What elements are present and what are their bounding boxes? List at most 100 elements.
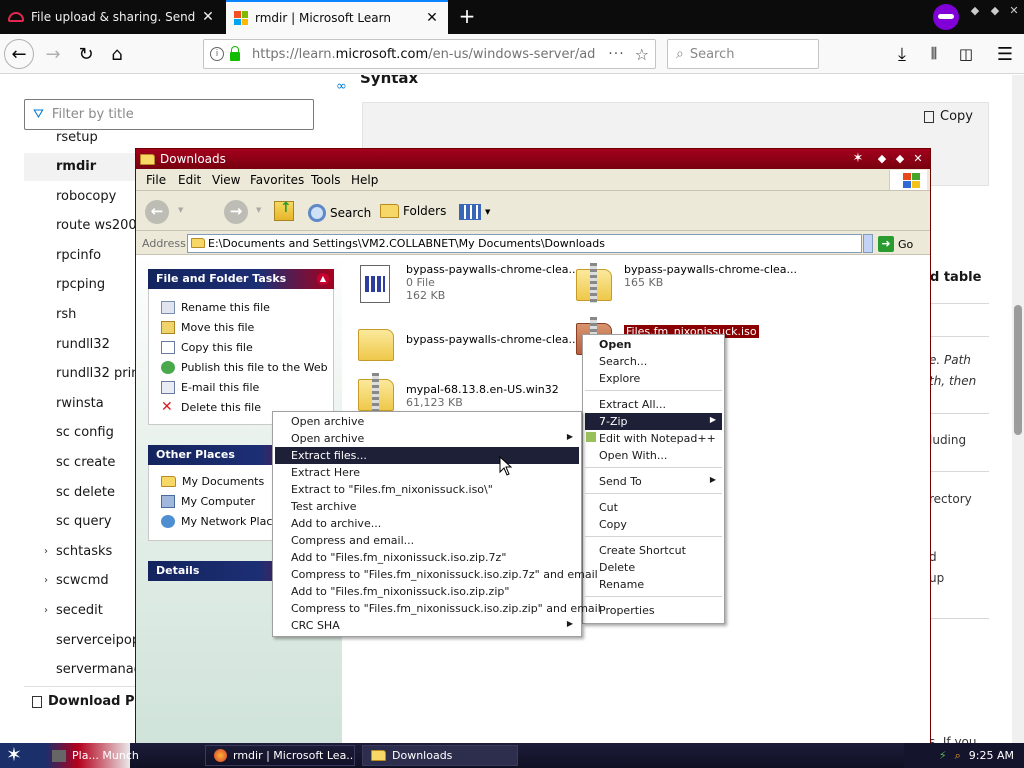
toc-item[interactable]: sc query xyxy=(56,514,112,529)
toc-item[interactable]: rundll32 xyxy=(56,337,110,352)
folders-button[interactable]: Folders xyxy=(380,204,446,218)
menu-open-archive[interactable]: Open archive xyxy=(277,413,579,430)
lock-icon[interactable] xyxy=(230,45,240,61)
views-button[interactable]: ▼ xyxy=(459,204,490,220)
menu-edit-notepad[interactable]: Edit with Notepad++ xyxy=(585,430,722,447)
chevron-down-icon[interactable]: ▼ xyxy=(178,206,183,214)
menu-add-to-7z[interactable]: Add to "Files.fm_nixonissuck.iso.zip.7z" xyxy=(277,549,579,566)
file-item[interactable]: bypass-paywalls-chrome-clea... xyxy=(356,323,579,367)
page-scrollbar[interactable] xyxy=(1012,75,1024,743)
taskbar-button-downloads[interactable]: Downloads xyxy=(362,745,518,766)
toc-item-rmdir[interactable]: rmdir xyxy=(56,159,96,174)
chevron-right-icon[interactable]: › xyxy=(44,605,48,616)
browser-tab-file-upload[interactable]: File upload & sharing. Send large p ✕ xyxy=(0,0,224,34)
my-documents-link[interactable]: My Documents xyxy=(161,475,264,488)
up-folder-icon[interactable]: ↑ xyxy=(274,200,294,221)
star-icon[interactable]: ✶ xyxy=(850,151,866,167)
menu-extract-to[interactable]: Extract to "Files.fm_nixonissuck.iso\" xyxy=(277,481,579,498)
menu-rename[interactable]: Rename xyxy=(585,576,722,593)
menu-7zip[interactable]: 7-Zip ▶ xyxy=(585,413,722,430)
menu-compress-7z-email[interactable]: Compress to "Files.fm_nixonissuck.iso.zi… xyxy=(277,566,598,583)
toc-item[interactable]: rpcping xyxy=(56,277,105,292)
collapse-icon[interactable]: ▲ xyxy=(317,273,329,285)
minimize-icon[interactable]: ◆ xyxy=(874,151,890,167)
address-input[interactable]: E:\Documents and Settings\VM2.COLLABNET\… xyxy=(187,234,862,253)
toc-item[interactable]: sc config xyxy=(56,425,114,440)
maximize-icon[interactable]: ◆ xyxy=(892,151,908,167)
menu-help[interactable]: Help xyxy=(351,173,378,187)
toc-item[interactable]: servermanag xyxy=(56,662,142,677)
forward-button[interactable]: → xyxy=(224,200,248,224)
back-button[interactable]: ← xyxy=(4,39,34,69)
back-button[interactable]: ← xyxy=(145,200,169,224)
toc-item[interactable]: sc delete xyxy=(56,485,115,500)
sidebar-icon[interactable]: ◫ xyxy=(951,39,981,69)
page-actions-icon[interactable]: ··· xyxy=(608,46,624,62)
menu-view[interactable]: View xyxy=(212,173,240,187)
scrollbar-thumb[interactable] xyxy=(1014,305,1022,435)
url-bar[interactable]: i https://learn.microsoft.com/en-us/wind… xyxy=(203,39,656,69)
menu-file[interactable]: File xyxy=(146,173,166,187)
new-tab-button[interactable]: + xyxy=(452,0,482,34)
explorer-title-bar[interactable]: Downloads ✶ ◆ ◆ ✕ xyxy=(136,149,930,169)
toc-item[interactable]: rpcinfo xyxy=(56,248,101,263)
rename-file-link[interactable]: Rename this file xyxy=(161,301,270,314)
home-button[interactable]: ⌂ xyxy=(102,39,132,69)
delete-file-link[interactable]: ✕ Delete this file xyxy=(161,400,261,414)
toc-item[interactable]: secedit xyxy=(56,603,103,618)
toc-item[interactable]: robocopy xyxy=(56,189,116,204)
bookmark-star-icon[interactable]: ☆ xyxy=(635,45,649,64)
menu-extract-files[interactable]: Extract files... xyxy=(275,447,579,464)
move-file-link[interactable]: Move this file xyxy=(161,321,254,334)
email-file-link[interactable]: E-mail this file xyxy=(161,381,259,394)
menu-icon[interactable]: ☰ xyxy=(990,39,1020,69)
menu-send-to[interactable]: Send To ▶ xyxy=(585,473,722,490)
forward-button[interactable]: → xyxy=(38,39,68,69)
search-tray-icon[interactable]: ⌕ xyxy=(955,749,961,763)
chevron-down-icon[interactable]: ▼ xyxy=(256,206,261,214)
taskbar-button-firefox[interactable]: rmdir | Microsoft Lea... xyxy=(205,745,355,766)
toc-item[interactable]: scwcmd xyxy=(56,573,109,588)
maximize-icon[interactable]: ◆ xyxy=(986,2,1004,20)
menu-add-to-archive[interactable]: Add to archive... xyxy=(277,515,579,532)
file-item[interactable]: bypass-paywalls-chrome-clea... 0 File 16… xyxy=(356,263,579,307)
close-icon[interactable]: ✕ xyxy=(910,151,926,167)
clock[interactable]: 9:25 AM xyxy=(969,749,1014,762)
menu-extract-all[interactable]: Extract All... xyxy=(585,396,722,413)
filter-by-title-input[interactable]: ⛛ Filter by title xyxy=(24,99,314,130)
chevron-right-icon[interactable]: › xyxy=(44,575,48,586)
address-dropdown[interactable] xyxy=(863,234,873,253)
menu-delete[interactable]: Delete xyxy=(585,559,722,576)
toc-item[interactable]: rundll32 prin xyxy=(56,366,139,381)
my-computer-link[interactable]: My Computer xyxy=(161,495,255,508)
menu-crc-sha[interactable]: CRC SHA ▶ xyxy=(277,617,579,634)
search-input[interactable]: ⌕ Search xyxy=(667,39,819,69)
my-network-places-link[interactable]: My Network Places xyxy=(161,515,285,528)
menu-extract-here[interactable]: Extract Here xyxy=(277,464,579,481)
menu-copy[interactable]: Copy xyxy=(585,516,722,533)
menu-search[interactable]: Search... xyxy=(585,353,722,370)
link-icon[interactable]: ∞ xyxy=(336,79,347,94)
menu-compress-zip-email[interactable]: Compress to "Files.fm_nixonissuck.iso.zi… xyxy=(277,600,601,617)
minimize-icon[interactable]: ◆ xyxy=(966,2,984,20)
menu-test-archive[interactable]: Test archive xyxy=(277,498,579,515)
menu-properties[interactable]: Properties xyxy=(585,602,722,619)
chevron-right-icon[interactable]: › xyxy=(44,546,48,557)
menu-favorites[interactable]: Favorites xyxy=(250,173,304,187)
reload-button[interactable]: ↻ xyxy=(71,39,101,69)
menu-tools[interactable]: Tools xyxy=(311,173,341,187)
browser-tab-rmdir[interactable]: rmdir | Microsoft Learn ✕ xyxy=(226,0,448,34)
menu-open[interactable]: Open xyxy=(585,336,722,353)
copy-file-link[interactable]: Copy this file xyxy=(161,341,253,354)
search-button[interactable]: Search xyxy=(308,204,371,222)
library-icon[interactable]: ⫼ xyxy=(919,39,949,69)
publish-web-link[interactable]: Publish this file to the Web xyxy=(161,361,328,374)
toc-item[interactable]: rsetup xyxy=(56,130,98,145)
taskbar-button-player[interactable]: Pla... Munch xyxy=(40,745,204,766)
toc-item[interactable]: rwinsta xyxy=(56,396,104,411)
download-pdf-button[interactable]: Download P xyxy=(32,694,135,709)
file-item[interactable]: bypass-paywalls-chrome-clea... 165 KB xyxy=(574,263,797,307)
menu-open-archive-sub[interactable]: Open archive ▶ xyxy=(277,430,579,447)
menu-create-shortcut[interactable]: Create Shortcut xyxy=(585,542,722,559)
toc-item[interactable]: rsh xyxy=(56,307,76,322)
